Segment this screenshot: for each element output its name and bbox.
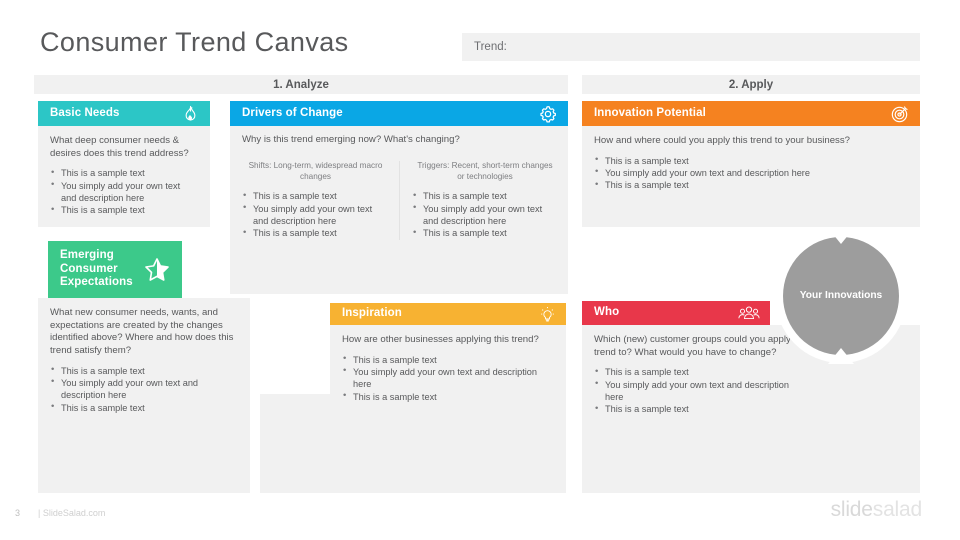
gear-icon [538, 104, 558, 124]
card-question-basic-needs: What deep consumer needs & desires does … [50, 135, 189, 159]
drivers-column-shifts: Shifts: Long-term, widespread macro chan… [230, 161, 399, 240]
list-item: This is a sample text [50, 204, 198, 217]
card-body-inspiration: How are other businesses applying this t… [330, 325, 566, 493]
list-item: You simply add your own text and descrip… [594, 166, 908, 179]
page-number: 3 [15, 508, 21, 518]
list-item: You simply add your own text and descrip… [50, 376, 238, 402]
bullet-list-triggers: This is a sample text You simply add you… [412, 190, 558, 240]
card-title-emerging-consumer-expectations: Emerging Consumer Expectations [60, 249, 133, 289]
card-body-emerging-consumer-expectations: What new consumer needs, wants, and expe… [38, 298, 250, 493]
arrow-notch-bottom-icon [828, 348, 854, 364]
drivers-subhead-shifts: Shifts: Long-term, widespread macro chan… [248, 161, 383, 182]
lightbulb-icon [539, 306, 556, 323]
slide-canvas: Consumer Trend Canvas Trend: 1. Analyze … [0, 0, 960, 540]
list-item: You simply add your own text and descrip… [412, 202, 558, 228]
drivers-column-triggers: Triggers: Recent, short-term changes or … [399, 161, 568, 240]
card-body-drivers-of-change: Why is this trend emerging now? What's c… [230, 126, 568, 294]
card-header-emerging-consumer-expectations[interactable]: Emerging Consumer Expectations [48, 241, 182, 298]
card-header-who[interactable]: Who [582, 301, 770, 325]
slidesalad-logo: slidesalad [830, 498, 923, 522]
card-title-drivers-of-change: Drivers of Change [242, 106, 343, 119]
card-question-innovation-potential: How and where could you apply this trend… [594, 135, 850, 146]
flame-icon [181, 104, 200, 123]
list-item: This is a sample text [50, 167, 198, 180]
card-title-who: Who [594, 306, 620, 319]
card-title-basic-needs: Basic Needs [50, 106, 120, 119]
bullet-list-shifts: This is a sample text You simply add you… [242, 190, 389, 240]
arrow-notch-top-icon [828, 228, 854, 244]
card-title-inspiration: Inspiration [342, 307, 402, 320]
page-title: Consumer Trend Canvas [40, 27, 349, 57]
star-icon [142, 255, 172, 285]
bullet-list-inspiration: This is a sample text You simply add you… [342, 353, 554, 403]
trend-input[interactable]: Trend: [462, 33, 920, 61]
list-item: You simply add your own text and descrip… [594, 378, 809, 404]
people-icon [738, 304, 760, 322]
bullet-list-emerging: This is a sample text You simply add you… [50, 364, 238, 414]
trend-label: Trend: [474, 41, 507, 53]
target-icon [890, 104, 910, 124]
card-question-emerging-consumer-expectations: What new consumer needs, wants, and expe… [50, 307, 234, 356]
circle-fill: Your Innovations [783, 237, 899, 355]
drivers-subhead-triggers: Triggers: Recent, short-term changes or … [417, 161, 553, 182]
list-item: This is a sample text [412, 227, 558, 240]
logo-part-b: salad [872, 498, 922, 521]
list-item: This is a sample text [594, 154, 908, 167]
list-item: This is a sample text [594, 403, 809, 416]
card-header-drivers-of-change[interactable]: Drivers of Change [230, 101, 568, 126]
section-header-analyze: 1. Analyze [34, 75, 568, 94]
card-header-inspiration[interactable]: Inspiration [330, 303, 566, 325]
card-title-innovation-potential: Innovation Potential [594, 106, 706, 119]
card-body-basic-needs: What deep consumer needs & desires does … [38, 126, 210, 227]
footer-site-label: | SlideSalad.com [38, 508, 106, 518]
list-item: This is a sample text [594, 366, 809, 379]
list-item: This is a sample text [594, 179, 908, 192]
list-item: This is a sample text [50, 401, 238, 414]
card-header-innovation-potential[interactable]: Innovation Potential [582, 101, 920, 126]
card-question-drivers-of-change: Why is this trend emerging now? What's c… [242, 134, 460, 145]
card-body-innovation-potential: How and where could you apply this trend… [582, 126, 920, 227]
list-item: This is a sample text [342, 390, 554, 403]
bullet-list-basic-needs: This is a sample text You simply add you… [50, 167, 198, 217]
card-header-basic-needs[interactable]: Basic Needs [38, 101, 210, 126]
bullet-list-innovation: This is a sample text You simply add you… [594, 154, 908, 192]
your-innovations-circle[interactable]: Your Innovations [775, 228, 907, 364]
bullet-list-who: This is a sample text You simply add you… [594, 366, 809, 416]
list-item: You simply add your own text and descrip… [342, 365, 554, 391]
section-header-apply: 2. Apply [582, 75, 920, 94]
list-item: This is a sample text [412, 190, 558, 203]
card-question-inspiration: How are other businesses applying this t… [342, 334, 539, 345]
list-item: This is a sample text [342, 353, 554, 366]
list-item: This is a sample text [242, 227, 389, 240]
list-item: This is a sample text [242, 190, 389, 203]
list-item: You simply add your own text and descrip… [242, 202, 389, 228]
list-item: This is a sample text [50, 364, 238, 377]
logo-part-a: slide [830, 498, 873, 521]
circle-label: Your Innovations [799, 290, 883, 302]
list-item: You simply add your own text and descrip… [50, 179, 198, 205]
